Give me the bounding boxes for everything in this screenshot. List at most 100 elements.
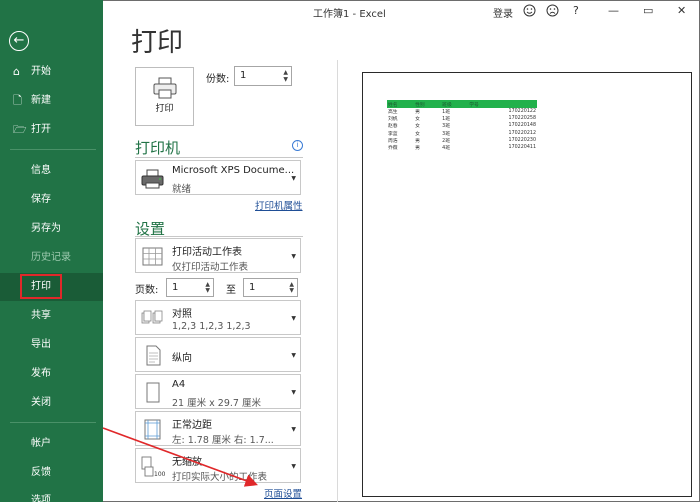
collate-title: 对照	[172, 309, 192, 320]
table-cell: 4班	[442, 146, 451, 152]
down-arrow-icon[interactable]: ▼	[289, 287, 294, 294]
pages-from-stepper[interactable]: 1 ▲ ▼	[166, 278, 214, 297]
collate-dropdown[interactable]: 对照 1,2,3 1,2,3 1,2,3 ▼	[135, 300, 301, 335]
paper-size-dropdown[interactable]: A4 21 厘米 x 29.7 厘米 ▼	[135, 374, 301, 409]
print-scope-dropdown[interactable]: 打印活动工作表 仅打印活动工作表 ▼	[135, 238, 301, 273]
printer-properties-link[interactable]: 打印机属性	[255, 198, 303, 212]
scaling-dropdown[interactable]: 100 无缩放 打印实际大小的工作表 ▼	[135, 448, 301, 483]
sidebar-item-feedback[interactable]: 反馈	[0, 459, 103, 487]
portrait-page-icon	[146, 345, 161, 366]
table-cell: 女	[415, 131, 420, 137]
sidebar-item-options[interactable]: 选项	[0, 488, 103, 502]
down-arrow-icon[interactable]: ▼	[205, 287, 210, 294]
page-setup-link[interactable]: 页面设置	[264, 486, 302, 500]
help-button[interactable]: ?	[573, 4, 579, 17]
table-cell: 高生	[388, 110, 398, 116]
table-header-row: 姓名 性别 班级 学号	[387, 100, 537, 108]
printer-dropdown[interactable]: Microsoft XPS Docume... 就绪 ▼	[135, 160, 301, 195]
printer-icon	[153, 77, 177, 99]
sidebar-item-history[interactable]: 历史记录	[0, 244, 103, 272]
table-row: 高生 男 1班 170220122	[387, 108, 537, 115]
table-cell: 男	[415, 110, 420, 116]
pages-to-stepper[interactable]: 1 ▲ ▼	[243, 278, 298, 297]
back-arrow-icon[interactable]: ←	[9, 31, 29, 51]
table-cell: 2班	[442, 138, 451, 144]
printer-section-title: 打印机	[135, 139, 181, 157]
print-button-label: 打印	[155, 104, 174, 114]
sidebar-item-save-as[interactable]: 另存为	[0, 215, 103, 243]
margins-title: 正常边距	[172, 420, 212, 431]
printer-name: Microsoft XPS Docume...	[172, 165, 295, 176]
folder-open-icon: 🗁	[13, 123, 27, 136]
new-document-icon: 🗋	[13, 94, 22, 107]
frown-feedback-icon[interactable]	[546, 4, 559, 20]
chevron-down-icon: ▼	[291, 352, 296, 359]
sidebar-item-label: 导出	[31, 339, 51, 350]
sidebar-item-label: 关闭	[31, 397, 51, 408]
close-button[interactable]: ✕	[677, 4, 686, 17]
copies-label: 份数:	[206, 74, 230, 85]
table-cell: 170220411	[508, 145, 536, 151]
sidebar-item-close[interactable]: 关闭	[0, 389, 103, 417]
login-link[interactable]: 登录	[493, 5, 513, 20]
table-row: 赵春 女 3班 170220148	[387, 122, 537, 129]
sidebar-item-open[interactable]: 🗁 打开	[0, 116, 103, 144]
sidebar-item-export[interactable]: 导出	[0, 331, 103, 359]
minimize-button[interactable]: —	[608, 4, 619, 17]
pages-to-label: 至	[226, 285, 236, 296]
sidebar-item-publish[interactable]: 发布	[0, 360, 103, 388]
table-cell: 女	[415, 117, 420, 123]
sidebar-item-info[interactable]: 信息	[0, 157, 103, 185]
preview-sheet: 姓名 性别 班级 学号 高生 男 1班 170220122 刘帆 女 1班 17	[387, 100, 537, 151]
copies-stepper[interactable]: 1 ▲ ▼	[234, 66, 292, 86]
worksheet-grid-icon	[142, 247, 163, 266]
printer-status: 就绪	[172, 184, 192, 195]
info-icon[interactable]: i	[292, 140, 303, 151]
margins-dropdown[interactable]: 正常边距 左: 1.78 厘米 右: 1.7... ▼	[135, 411, 301, 446]
sidebar-item-label: 共享	[31, 310, 51, 321]
paper-size-subtitle: 21 厘米 x 29.7 厘米	[172, 398, 261, 409]
sidebar-item-label: 选项	[31, 495, 51, 502]
chevron-down-icon: ▼	[291, 175, 296, 182]
sidebar-item-share[interactable]: 共享	[0, 302, 103, 330]
table-cell: 3班	[442, 124, 451, 130]
printer-device-icon	[141, 169, 164, 189]
sidebar-item-new[interactable]: 🗋 新建	[0, 87, 103, 115]
sidebar-item-label: 另存为	[31, 223, 61, 234]
restore-button[interactable]: ▭	[643, 4, 653, 17]
sidebar-item-label: 保存	[31, 194, 51, 205]
table-row: 周浩 男 2班 170220230	[387, 137, 537, 144]
table-cell: 170220148	[508, 123, 536, 129]
print-button[interactable]: 打印	[135, 67, 194, 126]
sidebar-divider	[10, 149, 96, 150]
highlight-box	[20, 274, 62, 299]
section-divider	[135, 157, 303, 158]
sidebar-item-label: 信息	[31, 165, 51, 176]
sidebar-item-home[interactable]: ⌂ 开始	[0, 58, 103, 86]
chevron-down-icon: ▼	[291, 463, 296, 470]
sidebar-item-save[interactable]: 保存	[0, 186, 103, 214]
sidebar-divider	[10, 422, 96, 423]
table-header-cell: 学号	[468, 100, 537, 108]
margins-icon	[144, 419, 161, 440]
preview-table: 姓名 性别 班级 学号 高生 男 1班 170220122 刘帆 女 1班 17	[387, 100, 537, 151]
table-cell: 170220230	[508, 137, 536, 143]
table-cell: 男	[415, 146, 420, 152]
table-row: 刘帆 女 1班 170220258	[387, 115, 537, 122]
up-arrow-icon[interactable]: ▲	[283, 69, 288, 76]
smile-feedback-icon[interactable]	[523, 4, 536, 20]
orientation-dropdown[interactable]: 纵向 ▼	[135, 337, 301, 372]
sidebar-item-label: 打开	[31, 124, 51, 135]
pages-label: 页数:	[135, 285, 159, 296]
sidebar-item-label: 历史记录	[31, 252, 71, 263]
scaling-subtitle: 打印实际大小的工作表	[172, 472, 268, 483]
table-cell: 赵春	[388, 124, 398, 130]
table-row: 乔薇 男 4班 170220411	[387, 144, 537, 151]
table-cell: 周浩	[388, 138, 398, 144]
sidebar-item-label: 发布	[31, 368, 51, 379]
sidebar-item-label: 新建	[31, 95, 51, 106]
section-divider	[135, 236, 303, 237]
table-cell: 170220122	[508, 109, 536, 115]
down-arrow-icon[interactable]: ▼	[283, 76, 288, 83]
sidebar-item-account[interactable]: 帐户	[0, 430, 103, 458]
